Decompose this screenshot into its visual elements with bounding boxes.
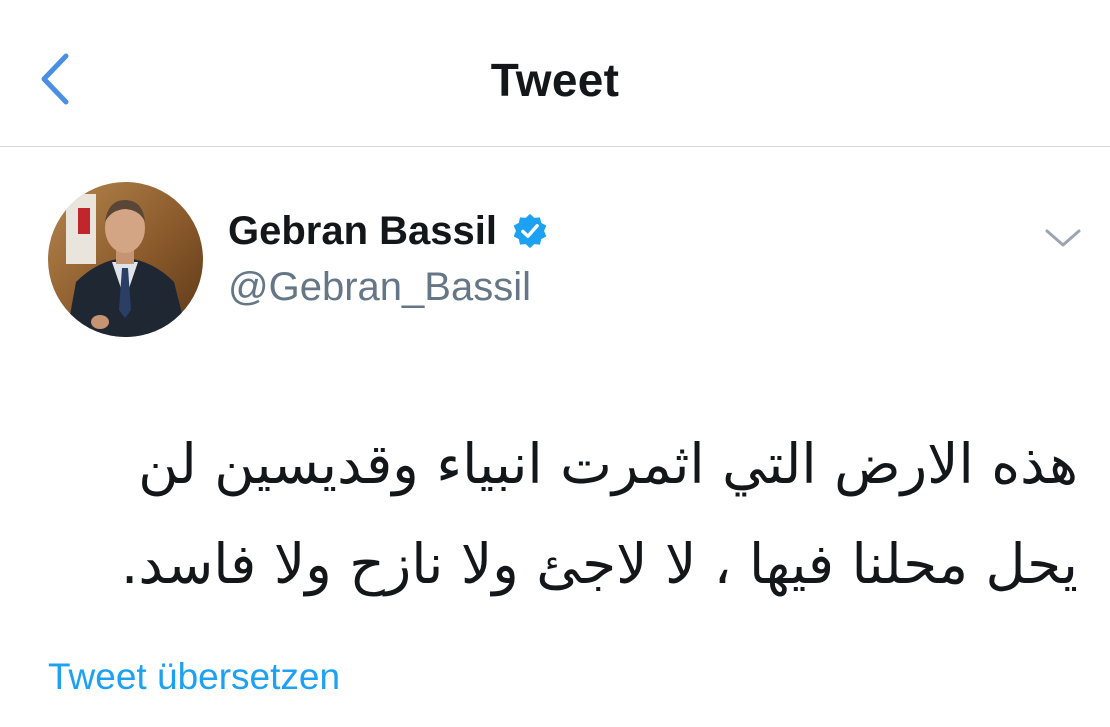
tweet-text: هذه الارض التي اثمرت انبياء وقديسين لن ي… (120, 432, 1078, 596)
author-name-row[interactable]: Gebran Bassil (228, 206, 549, 256)
profile-photo (48, 182, 203, 337)
verified-badge-icon (513, 213, 547, 249)
page-title: Tweet (490, 54, 620, 106)
translate-tweet-link[interactable]: Tweet übersetzen (48, 654, 340, 700)
navigation-bar: Tweet (0, 0, 1110, 147)
tweet-options-button[interactable] (1042, 222, 1084, 254)
tweet-detail-screen: Tweet Gebran Bassil @Gebran_Bassil هذه ا… (0, 0, 1110, 727)
author-name: Gebran Bassil (228, 209, 498, 253)
chevron-down-icon (1045, 229, 1081, 247)
author-handle[interactable]: @Gebran_Bassil (228, 262, 531, 312)
avatar[interactable] (48, 182, 203, 337)
